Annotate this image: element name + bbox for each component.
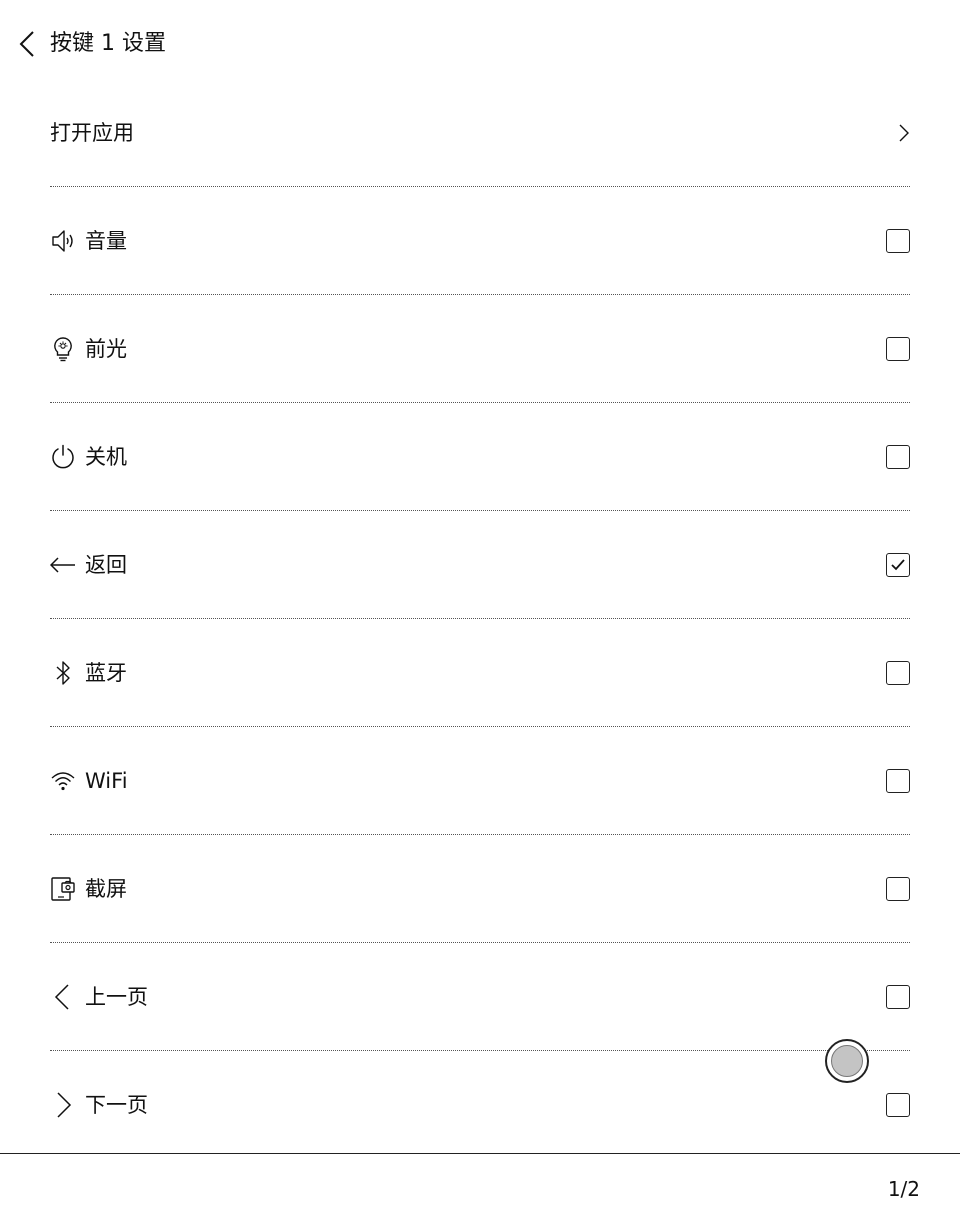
list-item-label: 前光: [85, 336, 127, 361]
chevron-right-icon: [899, 124, 909, 142]
page-indicator[interactable]: 1/2: [888, 1177, 920, 1201]
arrow-left-icon: [50, 552, 76, 578]
next-page-checkbox[interactable]: [886, 1093, 910, 1117]
list-item-label: 返回: [85, 552, 127, 577]
list-item-label: 下一页: [85, 1093, 148, 1117]
back-button[interactable]: [14, 28, 44, 60]
list-item-open-app[interactable]: 打开应用: [50, 80, 910, 187]
screenshot-checkbox[interactable]: [886, 876, 910, 901]
list-item-label: 上一页: [85, 984, 148, 1009]
chevron-left-icon: [50, 983, 76, 1010]
speaker-icon: [50, 228, 76, 254]
header-bar: 按键 1 设置: [0, 0, 960, 88]
page-title: 按键 1 设置: [50, 31, 166, 56]
footer-divider: [0, 1153, 960, 1154]
list-item-label: 关机: [85, 444, 127, 469]
screenshot-icon: [50, 876, 76, 902]
list-item-previous-page[interactable]: 上一页: [50, 943, 910, 1051]
list-item-label: WiFi: [85, 768, 128, 793]
list-item-next-page[interactable]: 下一页: [50, 1051, 910, 1159]
power-icon: [50, 444, 76, 470]
list-item-label: 打开应用: [50, 121, 134, 145]
wifi-checkbox[interactable]: [886, 768, 910, 793]
power-off-checkbox[interactable]: [886, 444, 910, 469]
option-list: 打开应用 音量 前光 关机 返回 蓝牙 WiFi 截屏 上一页 下一页: [0, 80, 960, 1159]
list-item-power-off[interactable]: 关机: [50, 403, 910, 511]
chevron-right-icon: [50, 1092, 76, 1118]
checkmark-icon: [891, 558, 905, 570]
bluetooth-icon: [50, 660, 76, 686]
lightbulb-icon: [50, 336, 76, 362]
list-item-back[interactable]: 返回: [50, 511, 910, 619]
list-item-label: 截屏: [85, 876, 127, 901]
chevron-left-icon: [19, 31, 34, 57]
list-item-bluetooth[interactable]: 蓝牙: [50, 619, 910, 727]
list-item-screenshot[interactable]: 截屏: [50, 835, 910, 943]
frontlight-checkbox[interactable]: [886, 336, 910, 361]
wifi-icon: [50, 768, 76, 794]
list-item-wifi[interactable]: WiFi: [50, 727, 910, 835]
back-checkbox[interactable]: [886, 552, 910, 577]
list-item-label: 音量: [85, 228, 127, 253]
volume-checkbox[interactable]: [886, 228, 910, 253]
list-item-volume[interactable]: 音量: [50, 187, 910, 295]
previous-page-checkbox[interactable]: [886, 984, 910, 1009]
list-item-frontlight[interactable]: 前光: [50, 295, 910, 403]
list-item-label: 蓝牙: [85, 660, 127, 685]
touch-point-indicator: [825, 1039, 869, 1083]
bluetooth-checkbox[interactable]: [886, 660, 910, 685]
